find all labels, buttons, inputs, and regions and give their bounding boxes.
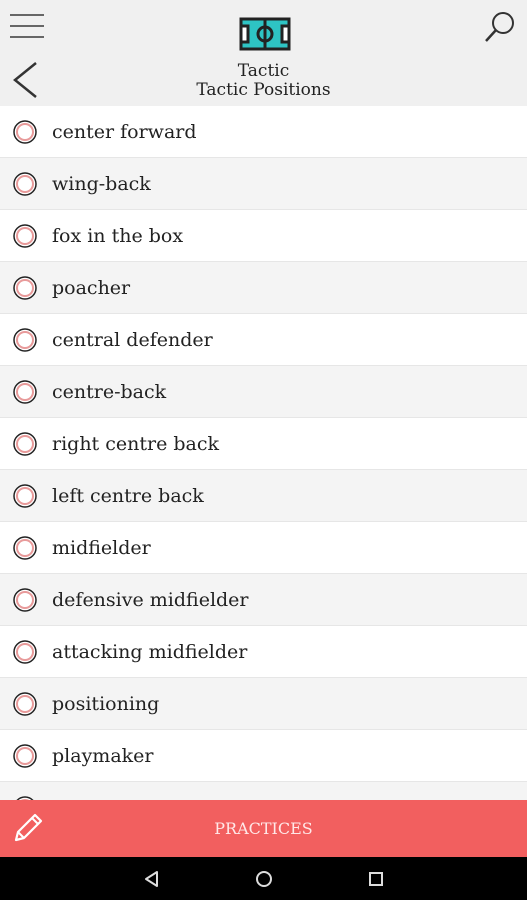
radio-icon[interactable] xyxy=(13,171,37,196)
radio-icon[interactable] xyxy=(13,535,37,560)
list-item[interactable]: central defender xyxy=(0,314,527,366)
nav-home-icon[interactable] xyxy=(253,868,275,890)
app-header: Tactic Tactic Positions xyxy=(0,0,527,106)
list-item[interactable]: fox in the box xyxy=(0,210,527,262)
page-title: Tactic Tactic Positions xyxy=(0,62,527,100)
nav-back-icon[interactable] xyxy=(141,868,163,890)
list-item-label: poacher xyxy=(52,276,131,299)
list-item-label: left centre back xyxy=(52,484,204,507)
list-item[interactable] xyxy=(0,782,527,800)
radio-icon[interactable] xyxy=(13,275,37,300)
list-item[interactable]: attacking midfielder xyxy=(0,626,527,678)
subtitle: Tactic Positions xyxy=(196,80,331,100)
radio-icon[interactable] xyxy=(13,639,37,664)
radio-icon[interactable] xyxy=(13,691,37,716)
list-item[interactable]: right centre back xyxy=(0,418,527,470)
list-item[interactable]: midfielder xyxy=(0,522,527,574)
list-item[interactable]: centre-back xyxy=(0,366,527,418)
list-item-label: wing-back xyxy=(52,172,151,195)
practices-button[interactable]: PRACTICES xyxy=(0,800,527,857)
radio-icon[interactable] xyxy=(13,483,37,508)
list-item-label: fox in the box xyxy=(52,224,184,247)
radio-icon[interactable] xyxy=(13,587,37,612)
search-icon[interactable] xyxy=(481,8,519,46)
list-item-label: attacking midfielder xyxy=(52,640,248,663)
list-item-label: playmaker xyxy=(52,744,154,767)
title: Tactic xyxy=(237,61,290,81)
system-nav-bar xyxy=(0,857,527,900)
pencil-icon[interactable] xyxy=(8,810,46,848)
radio-icon[interactable] xyxy=(13,119,37,144)
list-item[interactable]: playmaker xyxy=(0,730,527,782)
radio-icon[interactable] xyxy=(13,743,37,768)
list-item[interactable]: defensive midfielder xyxy=(0,574,527,626)
list-item-label: positioning xyxy=(52,692,160,715)
list-item-label: midfielder xyxy=(52,536,151,559)
list-item-label: centre-back xyxy=(52,380,167,403)
radio-icon[interactable] xyxy=(13,223,37,248)
list-item[interactable]: wing-back xyxy=(0,158,527,210)
list-item[interactable]: poacher xyxy=(0,262,527,314)
list-item[interactable]: positioning xyxy=(0,678,527,730)
bottom-action-bar: PRACTICES xyxy=(0,800,527,857)
nav-recents-icon[interactable] xyxy=(365,868,387,890)
list-item[interactable]: left centre back xyxy=(0,470,527,522)
list-item-label: central defender xyxy=(52,328,213,351)
soccer-field-icon xyxy=(239,17,291,51)
menu-icon[interactable] xyxy=(10,14,44,40)
list-item-label: defensive midfielder xyxy=(52,588,249,611)
list-item[interactable]: center forward xyxy=(0,106,527,158)
list-item-label: center forward xyxy=(52,120,197,143)
radio-icon[interactable] xyxy=(13,431,37,456)
positions-list: center forward wing-back fox in the box … xyxy=(0,106,527,800)
radio-icon[interactable] xyxy=(13,327,37,352)
radio-icon[interactable] xyxy=(13,379,37,404)
list-item-label: right centre back xyxy=(52,432,220,455)
